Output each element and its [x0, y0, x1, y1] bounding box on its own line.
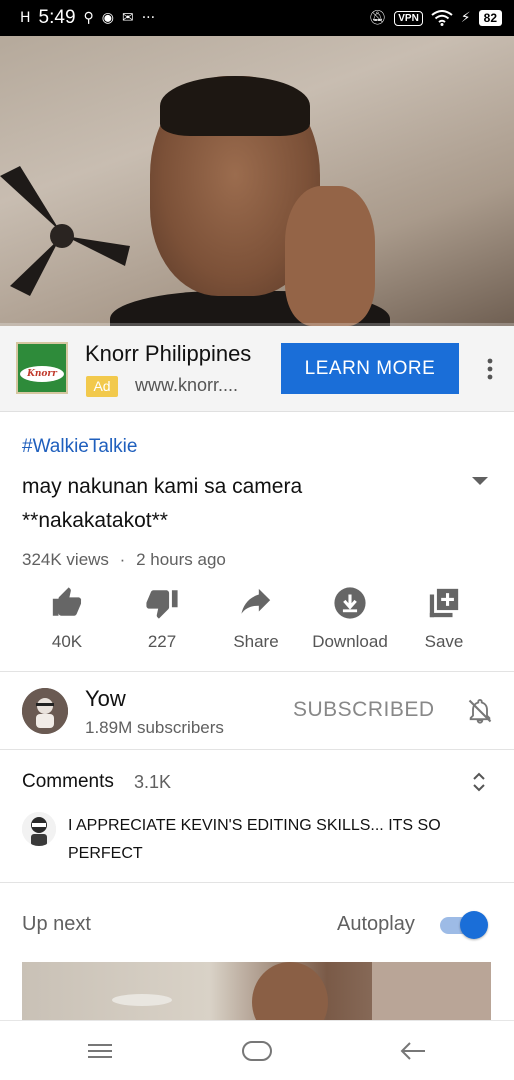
download-button[interactable]: Download — [300, 586, 400, 652]
usb-icon: ⚲ — [83, 10, 94, 26]
avatar-image — [22, 688, 68, 734]
back-arrow-icon[interactable] — [398, 1039, 428, 1063]
mute-icon: 🔕︎ — [368, 10, 387, 26]
meta-separator: · — [119, 550, 126, 569]
signal-icon: H — [20, 10, 31, 26]
video-hashtag-link[interactable]: #WalkieTalkie — [22, 436, 137, 458]
vpn-icon: VPN — [394, 10, 423, 26]
channel-avatar[interactable] — [22, 688, 68, 734]
more-vert-icon[interactable] — [480, 356, 500, 382]
save-button[interactable]: Save — [394, 586, 494, 652]
ad-badge: Ad — [86, 376, 118, 397]
ad-banner[interactable]: Knorr Knorr Philippines Ad www.knorr....… — [0, 326, 514, 412]
ad-url: www.knorr.... — [135, 375, 239, 395]
video-frame-hand — [285, 186, 375, 326]
video-meta: 324K views · 2 hours ago — [22, 550, 226, 570]
video-title[interactable]: may nakunan kami sa camera **nakakatakot… — [22, 470, 452, 538]
home-icon[interactable] — [241, 1039, 273, 1063]
ad-advertiser-name: Knorr Philippines — [85, 341, 252, 366]
video-player[interactable] — [0, 36, 514, 326]
charging-icon: ⚡ — [460, 10, 471, 26]
commenter-avatar-image — [22, 812, 56, 846]
top-comment-text[interactable]: I APPRECIATE KEVIN'S EDITING SKILLS... I… — [68, 812, 478, 868]
dislike-count: 227 — [147, 632, 177, 651]
upload-time: 2 hours ago — [136, 550, 226, 569]
mail-icon: ✉ — [122, 10, 134, 26]
status-time: 5:49 — [38, 7, 76, 28]
learn-more-button[interactable]: LEARN MORE — [281, 343, 459, 394]
status-bar: H 5:49 ⚲ ◉ ✉ ··· 🔕︎ VPN ⚡ 82 — [0, 0, 514, 36]
view-count: 324K views — [22, 550, 109, 569]
divider — [0, 882, 514, 883]
divider — [0, 749, 514, 750]
more-notifications-icon: ··· — [141, 10, 156, 26]
subscribe-button[interactable]: SUBSCRIBED — [293, 698, 435, 722]
notifications-off-icon[interactable] — [466, 697, 494, 725]
advertiser-logo: Knorr — [16, 342, 68, 394]
logo-text: Knorr — [20, 366, 64, 382]
autoplay-label: Autoplay — [337, 913, 415, 935]
thumbnail-image — [112, 962, 491, 1022]
comments-count: 3.1K — [134, 772, 172, 792]
subscriber-count: 1.89M subscribers — [85, 718, 224, 737]
system-nav-bar — [0, 1020, 514, 1080]
commenter-avatar[interactable] — [22, 812, 56, 846]
expand-description-icon[interactable] — [470, 474, 490, 488]
add-to-playlist-icon — [429, 588, 459, 618]
wifi-icon — [431, 10, 453, 26]
dislike-button[interactable]: 227 — [112, 586, 212, 652]
up-next-label: Up next — [22, 913, 91, 935]
download-icon — [334, 587, 366, 619]
like-button[interactable]: 40K — [17, 586, 117, 652]
download-label: Download — [312, 632, 388, 651]
share-button[interactable]: Share — [206, 586, 306, 652]
unfold-icon[interactable] — [470, 770, 488, 794]
divider — [0, 671, 514, 672]
video-actions: 40K 227 Share Download Save — [0, 586, 514, 666]
thumbs-up-icon — [52, 587, 82, 616]
toggle-knob — [460, 911, 488, 939]
like-count: 40K — [51, 632, 83, 651]
save-label: Save — [424, 632, 464, 651]
battery-indicator: 82 — [478, 10, 502, 26]
channel-name[interactable]: Yow — [85, 686, 126, 712]
share-label: Share — [233, 632, 279, 651]
autoplay-toggle[interactable] — [440, 910, 488, 940]
menu-icon[interactable] — [85, 1039, 115, 1063]
thumbs-down-icon — [146, 590, 178, 619]
comments-header[interactable]: Comments — [22, 771, 114, 793]
ceiling-fan-graphic — [0, 166, 130, 296]
up-next-thumbnail[interactable] — [22, 962, 491, 1022]
share-icon — [241, 588, 271, 614]
app-notification-icon: ◉ — [101, 10, 114, 26]
video-frame-hair — [160, 76, 310, 136]
